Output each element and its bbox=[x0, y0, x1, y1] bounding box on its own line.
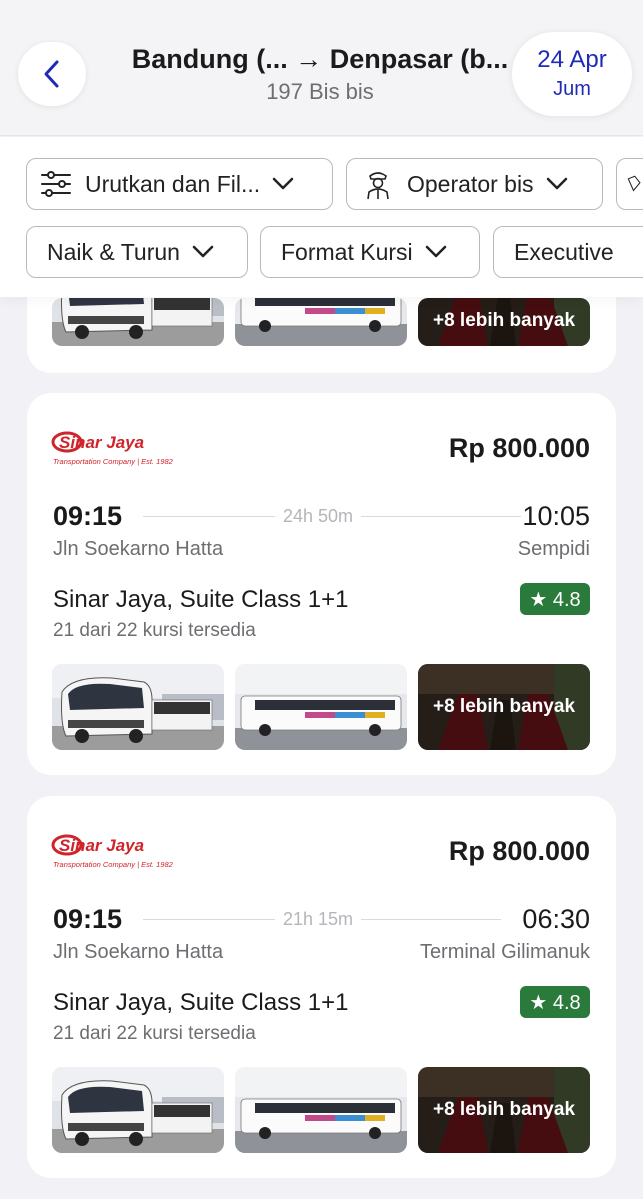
bus-photo[interactable] bbox=[235, 1067, 407, 1153]
back-button[interactable] bbox=[18, 42, 86, 106]
route-title: Bandung (... → Denpasar (b... bbox=[131, 44, 509, 74]
bus-photo[interactable] bbox=[52, 298, 224, 346]
seat-availability: 21 dari 22 kursi tersedia bbox=[53, 1023, 256, 1044]
seat-format-filter-chip[interactable]: Format Kursi bbox=[260, 226, 480, 278]
sliders-icon bbox=[41, 171, 71, 197]
logo-brand: Sinar Jaya bbox=[59, 433, 144, 452]
sort-filter-chip[interactable]: Urutkan dan Fil... bbox=[26, 158, 333, 210]
filter-icon bbox=[627, 175, 641, 192]
bus-photo[interactable] bbox=[235, 664, 407, 750]
departure-place: Jln Soekarno Hatta bbox=[53, 941, 224, 963]
arrival-place: Sempidi bbox=[517, 538, 590, 560]
bus-name: Sinar Jaya, Suite Class 1+1 bbox=[53, 989, 349, 1016]
more-photos-button[interactable]: +8 lebih banyak bbox=[418, 298, 590, 346]
more-photos-label: +8 lebih banyak bbox=[432, 310, 576, 331]
more-photos-button[interactable]: +8 lebih banyak bbox=[418, 1067, 590, 1153]
price: Rp 800.000 bbox=[448, 836, 590, 866]
chevron-left-icon bbox=[44, 60, 59, 88]
sinar-jaya-logo: Sinar Jaya Transportation Company | Est.… bbox=[51, 834, 174, 869]
executive-filter-label: Executive bbox=[514, 238, 614, 265]
arrival-place: Terminal Gilimanuk bbox=[419, 941, 590, 963]
bus-photo[interactable] bbox=[52, 664, 224, 750]
chevron-down-icon bbox=[192, 245, 214, 258]
chevron-down-icon bbox=[272, 177, 294, 190]
bus-photo[interactable] bbox=[235, 298, 407, 346]
departure-time: 09:15 bbox=[53, 501, 123, 531]
rating-badge: ★ 4.8 bbox=[520, 583, 590, 615]
seat-format-filter-label: Format Kursi bbox=[281, 238, 413, 265]
sort-filter-label: Urutkan dan Fil... bbox=[85, 170, 261, 197]
duration: 21h 15m bbox=[275, 909, 362, 930]
seat-availability: 21 dari 22 kursi tersedia bbox=[53, 620, 256, 641]
more-photos-button[interactable]: +8 lebih banyak bbox=[418, 664, 590, 750]
boarding-filter-label: Naik & Turun bbox=[47, 238, 180, 265]
logo-tagline: Transportation Company | Est. 1982 bbox=[53, 457, 174, 466]
day-label: Jum bbox=[553, 78, 591, 100]
driver-icon bbox=[367, 172, 389, 200]
departure-place: Jln Soekarno Hatta bbox=[53, 538, 224, 560]
date-button[interactable]: 24 Apr Jum bbox=[512, 32, 632, 116]
price: Rp 800.000 bbox=[448, 433, 590, 463]
executive-filter-chip[interactable]: Executive bbox=[493, 226, 643, 278]
bus-result-card[interactable]: Sinar Jaya Transportation Company | Est.… bbox=[27, 393, 616, 775]
arrival-time: 06:30 bbox=[522, 904, 590, 934]
logo-brand: Sinar Jaya bbox=[59, 836, 144, 855]
result-count: 197 Bis bis bbox=[266, 79, 374, 104]
departure-time: 09:15 bbox=[53, 904, 123, 934]
arrival-time: 10:05 bbox=[522, 501, 590, 531]
boarding-filter-chip[interactable]: Naik & Turun bbox=[26, 226, 248, 278]
filter-bar: Urutkan dan Fil... Operator bis Naik & T… bbox=[0, 137, 643, 297]
more-filter-chip[interactable] bbox=[616, 158, 643, 210]
logo-tagline: Transportation Company | Est. 1982 bbox=[53, 860, 174, 869]
operator-filter-label: Operator bis bbox=[407, 170, 534, 197]
more-photos-label: +8 lebih banyak bbox=[432, 1099, 576, 1120]
date-label: 24 Apr bbox=[537, 46, 607, 73]
operator-filter-chip[interactable]: Operator bis bbox=[346, 158, 603, 210]
sinar-jaya-logo: Sinar Jaya Transportation Company | Est.… bbox=[51, 431, 174, 466]
chevron-down-icon bbox=[425, 245, 446, 258]
bus-result-card[interactable]: Sinar Jaya Transportation Company | Est.… bbox=[27, 796, 616, 1178]
top-header: Bandung (... → Denpasar (b... 197 Bis bi… bbox=[0, 0, 643, 136]
chevron-down-icon bbox=[546, 177, 567, 190]
bus-photo[interactable] bbox=[52, 1067, 224, 1153]
rating-badge: ★ 4.8 bbox=[520, 986, 590, 1018]
duration: 24h 50m bbox=[275, 506, 362, 527]
bus-name: Sinar Jaya, Suite Class 1+1 bbox=[53, 586, 349, 613]
more-photos-label: +8 lebih banyak bbox=[432, 696, 576, 717]
